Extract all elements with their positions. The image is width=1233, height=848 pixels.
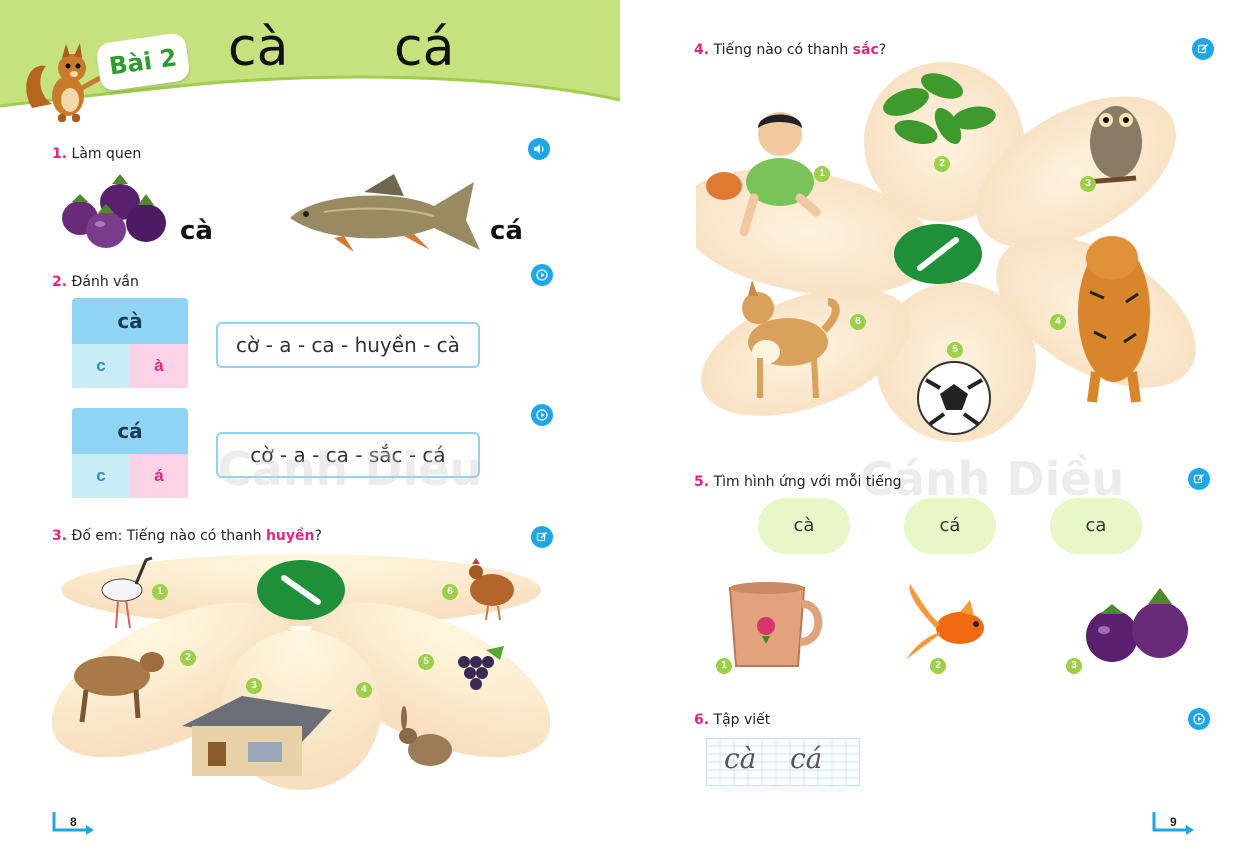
section-2-label: Đánh vần [71, 274, 139, 290]
sec4-number-1: 1 [814, 166, 830, 182]
sec5-number-1: 1 [716, 658, 732, 674]
tone-flower-sac [677, 62, 1196, 442]
section-6-number: 6. [694, 712, 710, 728]
section-3-title: 3. Đố em: Tiếng nào có thanh huyền? [52, 528, 322, 544]
section-3-highlight: huyền [265, 528, 315, 544]
word-cloud-3: ca [1054, 502, 1138, 550]
syllable-2-rime: á [130, 454, 188, 498]
page-number-left: 8 [70, 815, 77, 829]
speaker-icon[interactable] [528, 138, 550, 160]
edit-icon[interactable] [531, 526, 553, 548]
play-icon[interactable] [531, 264, 553, 286]
section-5-number: 5. [694, 474, 710, 490]
word-cloud-2: cá [908, 502, 992, 550]
edit-icon[interactable] [1192, 38, 1214, 60]
syllable-card-1: cà [72, 298, 188, 344]
word-cloud-1: cà [762, 502, 846, 550]
section-3-label: Đố em: Tiếng nào có thanh [71, 528, 266, 544]
play-icon[interactable] [531, 404, 553, 426]
sec3-number-2: 2 [180, 650, 196, 666]
writing-word-2: cá [790, 742, 823, 775]
sec3-number-1: 1 [152, 584, 168, 600]
page-number-right: 9 [1170, 815, 1177, 829]
sec4-number-4: 4 [1050, 314, 1066, 330]
section-4-highlight: sắc [852, 42, 879, 58]
section-3-number: 3. [52, 528, 68, 544]
sec5-number-3: 3 [1066, 658, 1082, 674]
section-1-word-1: cà [180, 216, 213, 246]
section-5-label: Tìm hình ứng với mỗi tiếng [713, 474, 902, 490]
sec4-number-5: 5 [947, 342, 963, 358]
sec3-number-4: 4 [356, 682, 372, 698]
spelling-box-1: cờ - a - ca - huyền - cà [216, 322, 480, 368]
sec3-number-3: 3 [246, 678, 262, 694]
sec4-number-6: 6 [850, 314, 866, 330]
syllable-2-onset: c [72, 454, 130, 498]
section-4-label: Tiếng nào có thanh [713, 42, 853, 58]
section-4-title: 4. Tiếng nào có thanh sắc? [694, 42, 886, 58]
mug-image [724, 580, 828, 672]
eggplant-pair-image [1082, 584, 1192, 666]
section-1-label: Làm quen [71, 146, 142, 162]
section-1-word-2: cá [490, 216, 523, 246]
sec5-number-2: 2 [930, 658, 946, 674]
section-1-title: 1. Làm quen [52, 146, 141, 162]
section-3-suffix: ? [314, 528, 322, 544]
writing-word-1: cà [724, 742, 757, 775]
goldfish-image [900, 582, 1004, 662]
section-4-number: 4. [694, 42, 710, 58]
section-6-label: Tập viết [713, 712, 771, 728]
fish-image [284, 166, 484, 256]
section-6-title: 6. Tập viết [694, 712, 770, 728]
syllable-1-rime: à [130, 344, 188, 388]
title-word-2: cá [394, 18, 455, 78]
sec4-number-3: 3 [1080, 176, 1096, 192]
section-4-suffix: ? [878, 42, 887, 58]
syllable-card-2: cá [72, 408, 188, 454]
syllable-1-onset: c [72, 344, 130, 388]
section-2-title: 2. Đánh vần [52, 274, 139, 290]
title-word-1: cà [228, 18, 289, 78]
sec4-number-2: 2 [934, 156, 950, 172]
sec3-number-6: 6 [442, 584, 458, 600]
edit-icon[interactable] [1188, 468, 1210, 490]
sec3-number-5: 5 [418, 654, 434, 670]
section-1-number: 1. [52, 146, 68, 162]
watermark-left: Cánh Diều [218, 442, 483, 496]
section-5-title: 5. Tìm hình ứng với mỗi tiếng [694, 474, 902, 490]
play-icon[interactable] [1188, 708, 1210, 730]
tone-flower-huyen [51, 550, 551, 790]
section-2-number: 2. [52, 274, 68, 290]
eggplant-image [56, 168, 171, 253]
